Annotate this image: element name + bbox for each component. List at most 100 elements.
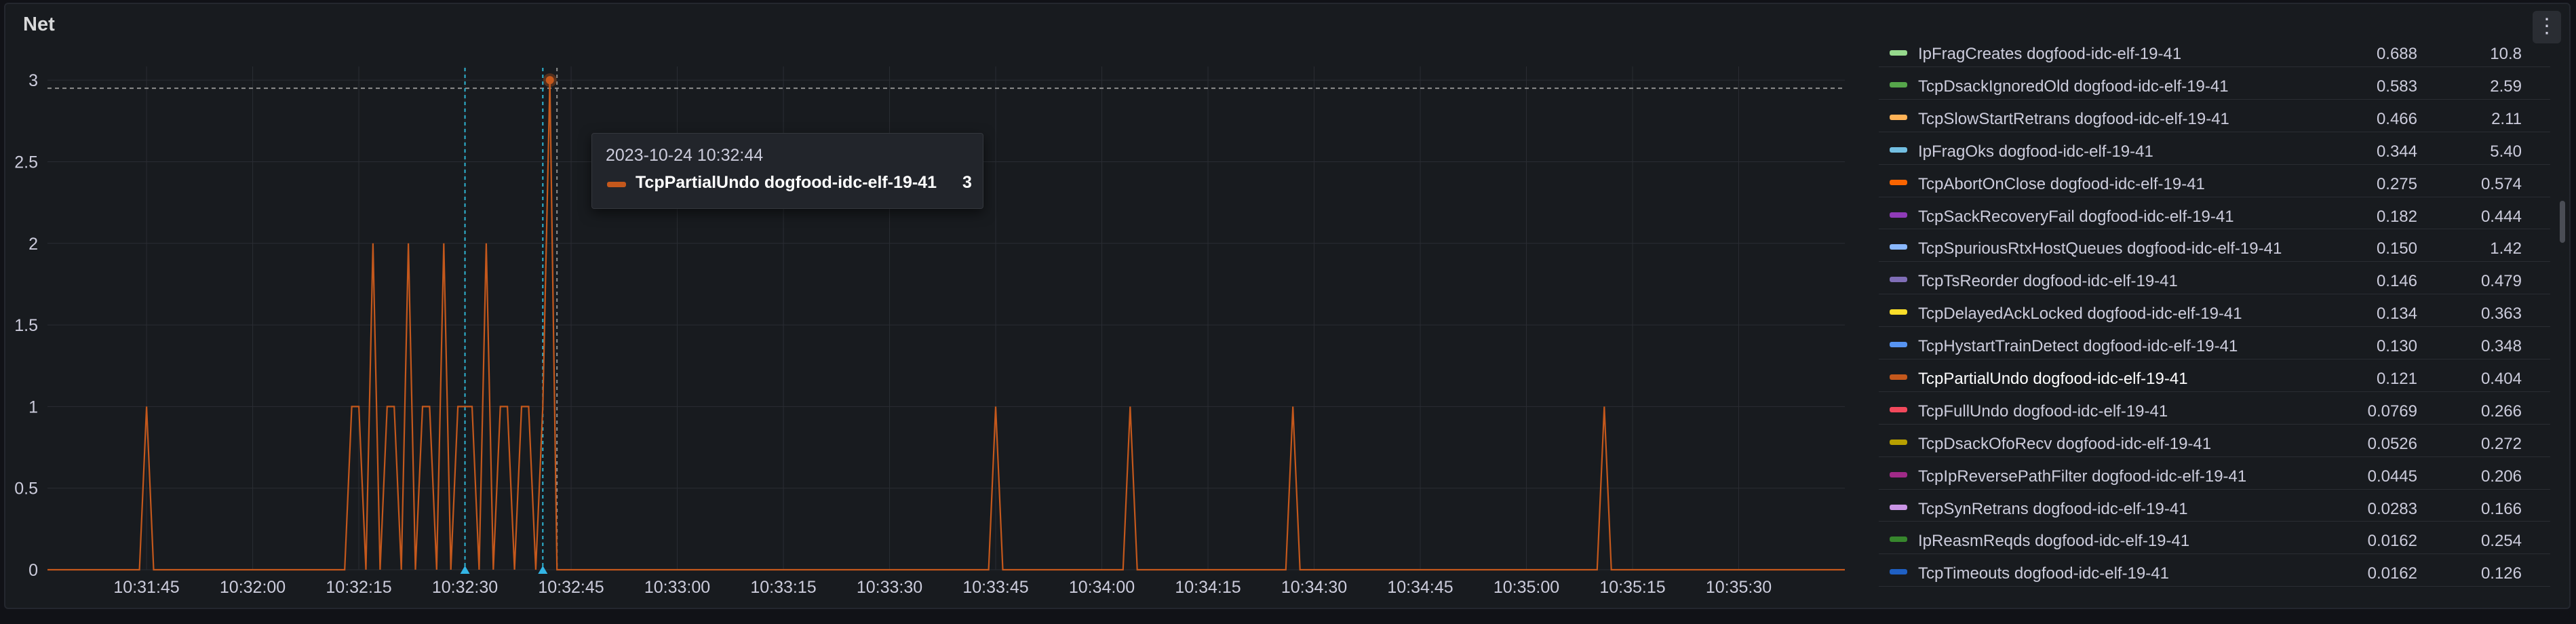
legend-max-value: 0.348 [2480, 337, 2522, 356]
legend-mean-value: 0.0769 [2367, 402, 2417, 421]
legend-row[interactable]: TcpDsackIgnoredOld dogfood-idc-elf-19-41… [1879, 67, 2550, 100]
legend-max-value: 0.254 [2480, 532, 2522, 551]
y-tick-label: 1 [28, 397, 38, 416]
legend-mean-value: 0.344 [2376, 142, 2417, 161]
legend-series-name: TcpSlowStartRetrans dogfood-idc-elf-19-4… [1918, 109, 2229, 128]
legend-series-name: TcpDelayedAckLocked dogfood-idc-elf-19-4… [1918, 305, 2242, 324]
legend-max-value: 0.126 [2480, 564, 2522, 583]
legend-swatch [1890, 82, 1907, 87]
legend-row[interactable]: TcpSynRetrans dogfood-idc-elf-19-41 0.028… [1879, 490, 2550, 522]
legend-swatch [1890, 504, 1907, 510]
legend-mean-value: 0.0526 [2367, 434, 2417, 453]
legend-series-name: IpFragCreates dogfood-idc-elf-19-41 [1918, 45, 2182, 63]
legend-max-value: 2.11 [2491, 109, 2522, 128]
legend-mean-value: 0.466 [2376, 109, 2417, 128]
x-tick-label: 10:31:45 [113, 578, 179, 597]
legend-row[interactable]: TcpSpuriousRtxHostQueues dogfood-idc-elf… [1879, 229, 2550, 262]
legend-swatch [1890, 439, 1907, 445]
x-tick-label: 10:34:30 [1281, 578, 1347, 597]
legend-series-name: TcpHystartTrainDetect dogfood-idc-elf-19… [1918, 337, 2238, 356]
legend-series-name: TcpFullUndo dogfood-idc-elf-19-41 [1918, 402, 2168, 421]
legend-series-name: TcpTimeouts dogfood-idc-elf-19-41 [1918, 564, 2169, 583]
legend-row[interactable]: IpFragOks dogfood-idc-elf-19-41 0.344 5.40 [1879, 132, 2550, 165]
legend-max-value: 0.166 [2480, 499, 2522, 518]
legend-swatch [1890, 179, 1907, 185]
legend-mean-value: 0.150 [2376, 239, 2417, 258]
legend-mean-value: 0.0162 [2367, 532, 2417, 551]
x-tick-label: 10:35:15 [1599, 578, 1665, 597]
legend-series-name: TcpIpReversePathFilter dogfood-idc-elf-1… [1918, 467, 2247, 486]
legend-row[interactable]: TcpDelayedAckLocked dogfood-idc-elf-19-4… [1879, 294, 2550, 328]
y-tick-label: 1.5 [14, 316, 38, 335]
x-tick-label: 10:34:15 [1175, 578, 1241, 597]
y-axis: 0 0.5 1 1.5 2 2.5 3 [14, 71, 38, 580]
legend-mean-value: 0.130 [2376, 337, 2417, 356]
legend-max-value: 0.404 [2480, 370, 2522, 389]
y-tick-label: 0.5 [14, 480, 38, 499]
legend-row[interactable]: IpReasmReqds dogfood-idc-elf-19-41 0.0162… [1879, 522, 2550, 555]
legend-max-value: 0.266 [2480, 402, 2522, 421]
legend-row[interactable]: IpFragCreates dogfood-idc-elf-19-41 0.688… [1879, 45, 2550, 67]
legend-row[interactable]: TcpIpReversePathFilter dogfood-idc-elf-1… [1879, 457, 2550, 490]
x-tick-label: 10:33:45 [962, 578, 1028, 597]
legend-series-name: TcpDsackOfoRecv dogfood-idc-elf-19-41 [1918, 434, 2212, 453]
legend-max-value: 10.8 [2490, 45, 2522, 63]
legend-max-value: 0.206 [2480, 467, 2522, 486]
legend-swatch [1890, 212, 1907, 218]
legend-row[interactable]: TcpSackRecoveryFail dogfood-idc-elf-19-4… [1879, 197, 2550, 230]
x-tick-label: 10:32:30 [432, 578, 498, 597]
x-tick-label: 10:33:30 [857, 578, 922, 597]
legend-swatch [1890, 569, 1907, 575]
legend-row[interactable]: TcpSlowStartRetrans dogfood-idc-elf-19-4… [1879, 100, 2550, 132]
x-tick-label: 10:35:30 [1706, 578, 1772, 597]
legend-row[interactable]: TcpTimeouts dogfood-idc-elf-19-41 0.0162 0… [1879, 554, 2550, 587]
legend-row[interactable]: TcpFullUndo dogfood-idc-elf-19-41 0.0769 0… [1879, 392, 2550, 425]
legend-series-name: IpFragOks dogfood-idc-elf-19-41 [1918, 142, 2153, 161]
legend-series-name: TcpDsackIgnoredOld dogfood-idc-elf-19-41 [1918, 77, 2229, 96]
x-tick-label: 10:34:45 [1387, 578, 1453, 597]
y-tick-label: 2.5 [14, 153, 38, 172]
legend-swatch [1890, 537, 1907, 543]
legend-row[interactable]: TcpHystartTrainDetect dogfood-idc-elf-19… [1879, 327, 2550, 360]
legend-series-name: TcpSpuriousRtxHostQueues dogfood-idc-elf… [1918, 239, 2282, 258]
legend-swatch [1890, 471, 1907, 477]
legend-series-name: TcpSynRetrans dogfood-idc-elf-19-41 [1918, 499, 2188, 518]
tooltip-series-swatch [607, 182, 626, 187]
y-tick-label: 0 [28, 561, 38, 580]
legend-mean-value: 0.134 [2376, 305, 2417, 324]
legend-swatch [1890, 114, 1907, 120]
legend-mean-value: 0.0445 [2367, 467, 2417, 486]
legend-max-value: 0.363 [2480, 305, 2522, 324]
x-tick-label: 10:32:00 [220, 578, 286, 597]
legend-row[interactable]: TcpPartialUndo dogfood-idc-elf-19-41 0.12… [1879, 359, 2550, 392]
legend-swatch [1890, 277, 1907, 283]
legend-table: IpFragCreates dogfood-idc-elf-19-41 0.688… [1879, 45, 2550, 587]
legend-row[interactable]: TcpAbortOnClose dogfood-idc-elf-19-41 0.2… [1879, 165, 2550, 197]
annotation-markers [460, 68, 558, 574]
legend-swatch [1890, 374, 1907, 381]
legend-max-value: 1.42 [2490, 239, 2522, 258]
chart-tooltip: 2023-10-24 10:32:44 TcpPartialUndo dogfo… [591, 133, 983, 209]
x-tick-label: 10:32:45 [538, 578, 604, 597]
legend-mean-value: 0.688 [2376, 45, 2417, 63]
legend-mean-value: 0.121 [2376, 370, 2417, 389]
tooltip-value: 3 [962, 173, 972, 192]
y-tick-label: 3 [28, 71, 38, 90]
kebab-menu-icon[interactable]: ⋮ [2533, 11, 2561, 43]
x-tick-label: 10:32:15 [326, 578, 391, 597]
legend-swatch [1890, 244, 1907, 250]
x-tick-label: 10:34:00 [1069, 578, 1135, 597]
hover-point [543, 73, 557, 87]
legend-mean-value: 0.0162 [2367, 564, 2417, 583]
hover-point-dot [545, 76, 554, 85]
legend-row[interactable]: TcpTsReorder dogfood-idc-elf-19-41 0.146 0… [1879, 262, 2550, 295]
line-chart[interactable]: 00.511.522.53 10:31:45 10:32:00 10:32:15 10… [0, 0, 1879, 610]
legend-series-name: IpReasmReqds dogfood-idc-elf-19-41 [1918, 532, 2190, 551]
legend-series-name: TcpPartialUndo dogfood-idc-elf-19-41 [1918, 370, 2188, 389]
legend-swatch [1890, 406, 1907, 412]
legend-max-value: 0.272 [2480, 434, 2522, 453]
legend-swatch [1890, 50, 1907, 56]
legend-row[interactable]: TcpDsackOfoRecv dogfood-idc-elf-19-41 0.0… [1879, 425, 2550, 457]
legend-scrollbar[interactable] [2560, 201, 2565, 243]
legend-mean-value: 0.0283 [2367, 499, 2417, 518]
